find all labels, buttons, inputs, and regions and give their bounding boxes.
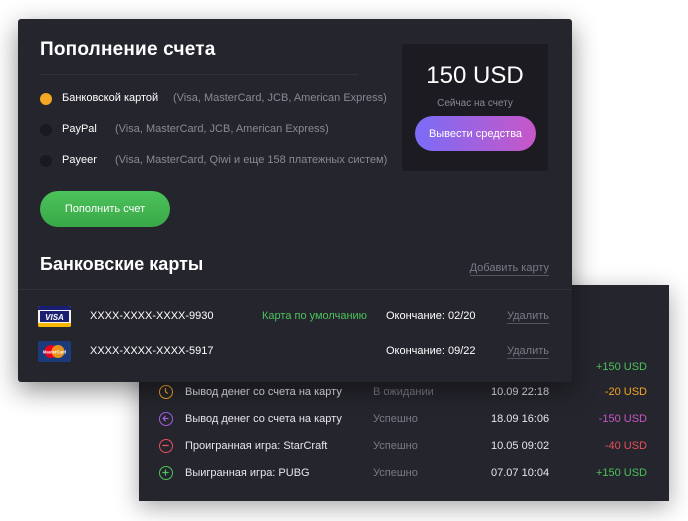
payment-method-name: Payeer [62,154,97,166]
card-number: XXXX-XXXX-XXXX-9930 [90,310,214,322]
transaction-name: Вывод денег со счета на карту [185,386,342,398]
deposit-button[interactable]: Пополнить счет [40,191,170,227]
default-card-label: Карта по умолчанию [262,310,367,322]
balance-box: 150 USD Сейчас на счету Вывести средства [402,44,548,171]
payment-method-desc: (Visa, MasterCard, JCB, American Express… [173,92,387,104]
payment-method-desc: (Visa, MasterCard, Qiwi и еще 158 платеж… [115,154,388,166]
radio-unselected[interactable] [40,124,52,136]
arrow-left-icon [159,412,173,426]
divider [40,74,358,75]
payment-method-desc: (Visa, MasterCard, JCB, American Express… [115,123,329,135]
transaction-name: Проигранная игра: StarCraft [185,440,328,452]
card-row: MasterCard XXXX-XXXX-XXXX-5917 Окончание… [18,341,572,365]
add-card-link[interactable]: Добавить карту [469,262,549,276]
deposit-panel: Пополнение счета Банковской картой (Visa… [18,19,572,382]
balance-label: Сейчас на счету [437,98,513,109]
clock-icon [159,385,173,399]
card-row: VISA XXXX-XXXX-XXXX-9930 Карта по умолча… [18,306,572,330]
transaction-status: В ожидании [373,386,434,398]
transaction-row: Вывод денег со счета на карту В ожидании… [139,381,669,408]
minus-circle-icon [159,439,173,453]
svg-text:VISA: VISA [45,313,64,322]
card-expiry: Окончание: 09/22 [386,345,476,357]
visa-logo: VISA [38,306,71,327]
transaction-status: Успешно [373,467,418,479]
transaction-amount: -150 USD [598,413,647,425]
transaction-name: Выигранная игра: PUBG [185,467,310,479]
transaction-status: Успешно [373,440,418,452]
transaction-amount: -20 USD [604,386,647,398]
transaction-row: Вывод денег со счета на карту Успешно 18… [139,408,669,435]
transaction-amount: +150 USD [595,467,647,479]
payment-method-name: Банковской картой [62,92,159,104]
transaction-date: 10.09 22:18 [491,386,550,398]
delete-card-link[interactable]: Удалить [507,310,549,324]
radio-unselected[interactable] [40,155,52,167]
transaction-amount: -40 USD [604,440,647,452]
payment-method-name: PayPal [62,123,97,135]
transaction-name: Вывод денег со счета на карту [185,413,342,425]
card-expiry: Окончание: 02/20 [386,310,476,322]
delete-card-link[interactable]: Удалить [507,345,549,359]
cards-title: Банковские карты [40,254,204,274]
svg-text:MasterCard: MasterCard [43,349,66,354]
transaction-amount: +150 USD [595,361,647,373]
transaction-date: 07.07 10:04 [491,467,550,479]
transaction-date: 10.05 09:02 [491,440,550,452]
withdraw-button[interactable]: Вывести средства [415,116,536,151]
card-number: XXXX-XXXX-XXXX-5917 [90,345,214,357]
radio-selected[interactable] [40,93,52,105]
divider [18,289,572,290]
plus-circle-icon [159,466,173,480]
transaction-status: Успешно [373,413,418,425]
page-title: Пополнение счета [40,39,216,60]
mastercard-logo: MasterCard [38,341,71,362]
transaction-row: Выигранная игра: PUBG Успешно 07.07 10:0… [139,462,669,489]
transaction-date: 18.09 16:06 [491,413,550,425]
balance-amount: 150 USD [426,62,524,89]
transaction-row: Проигранная игра: StarCraft Успешно 10.0… [139,435,669,462]
